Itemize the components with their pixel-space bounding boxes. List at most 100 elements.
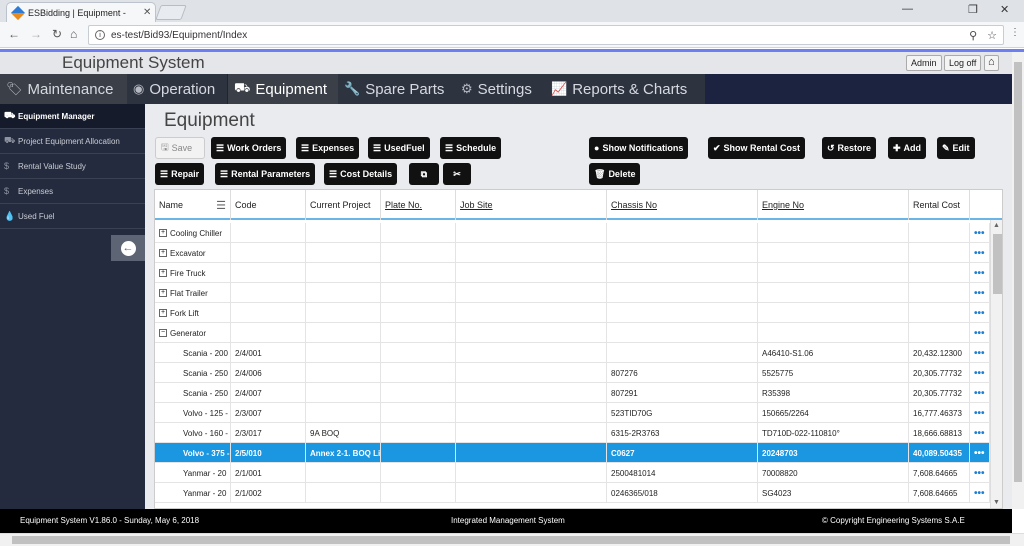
expand-icon[interactable]: + xyxy=(159,309,167,317)
rental-parameters-button[interactable]: ☰ Rental Parameters xyxy=(215,163,316,185)
copy-button[interactable]: ⧉ xyxy=(409,163,439,185)
table-row-selected[interactable]: Volvo - 375 -2/5/010 Annex 2-1. BOQ Li C06… xyxy=(155,443,990,463)
sidebar-item-rental-value-study[interactable]: $ Rental Value Study xyxy=(0,154,145,179)
edit-button[interactable]: ✎ Edit xyxy=(937,137,975,159)
sidebar-item-equipment-manager[interactable]: ⛟ Equipment Manager xyxy=(0,104,145,129)
group-row[interactable]: + Excavator ••• xyxy=(155,243,990,263)
browser-menu-icon[interactable]: ⋮ xyxy=(1010,27,1020,38)
column-header-rental-cost[interactable]: Rental Cost xyxy=(909,190,970,220)
url-field[interactable]: i es-test/Bid93/Equipment/Index ⚲ ☆ xyxy=(88,25,1004,45)
group-row[interactable]: + Fire Truck ••• xyxy=(155,263,990,283)
row-actions-icon[interactable]: ••• xyxy=(970,283,990,303)
cut-button[interactable]: ✂ xyxy=(443,163,471,185)
home-button[interactable]: ⌂ xyxy=(984,55,999,71)
save-button[interactable]: 🖫 Save xyxy=(155,137,205,159)
page-horizontal-scrollbar[interactable] xyxy=(0,533,1024,546)
scroll-thumb[interactable] xyxy=(993,234,1002,294)
code-cell: 2/4/006 xyxy=(231,363,306,383)
column-header-engine-no[interactable]: Engine No xyxy=(758,190,909,220)
menu-operation[interactable]: ◉ Operation xyxy=(127,74,227,104)
sidebar-item-used-fuel[interactable]: 💧 Used Fuel xyxy=(0,204,145,229)
scroll-up-icon[interactable]: ▲ xyxy=(993,222,1000,229)
browser-tab[interactable]: ESBidding | Equipment - ✕ xyxy=(6,2,156,22)
add-button[interactable]: ✚ Add xyxy=(888,137,927,159)
schedule-button[interactable]: ☰ Schedule xyxy=(440,137,502,159)
table-row[interactable]: Volvo - 160 -2/3/017 9A BOQ 6315-2R3763 TD7… xyxy=(155,423,990,443)
group-row[interactable]: + Flat Trailer ••• xyxy=(155,283,990,303)
row-actions-icon[interactable]: ••• xyxy=(970,363,990,383)
show-notifications-button[interactable]: ● Show Notifications xyxy=(589,137,689,159)
column-menu-icon[interactable]: ☰ xyxy=(216,199,226,212)
column-header-name[interactable]: Name ☰ xyxy=(155,190,231,220)
admin-button[interactable]: Admin xyxy=(906,55,942,71)
row-actions-icon[interactable]: ••• xyxy=(970,423,990,443)
row-actions-icon[interactable]: ••• xyxy=(970,403,990,423)
row-actions-icon[interactable]: ••• xyxy=(970,263,990,283)
show-rental-cost-button[interactable]: ✔ Show Rental Cost xyxy=(708,137,806,159)
table-row[interactable]: Scania - 250 2/4/007 807291 R35398 20,305.77… xyxy=(155,383,990,403)
expenses-button[interactable]: ☰ Expenses xyxy=(296,137,360,159)
used-fuel-button[interactable]: ☰ UsedFuel xyxy=(368,137,430,159)
expand-icon[interactable]: + xyxy=(159,269,167,277)
group-row[interactable]: + Fork Lift ••• xyxy=(155,303,990,323)
bookmark-star-icon[interactable]: ☆ xyxy=(987,29,997,42)
collapse-icon[interactable]: − xyxy=(159,329,167,337)
column-header-current-project[interactable]: Current Project xyxy=(306,190,381,220)
group-label: Flat Trailer xyxy=(170,288,208,298)
target-icon: ◉ xyxy=(133,81,145,96)
reload-icon[interactable]: ↻ xyxy=(52,27,62,41)
row-actions-icon[interactable]: ••• xyxy=(970,223,990,243)
menu-maintenance[interactable]: 🏷 Maintenance xyxy=(0,74,127,104)
table-row[interactable]: Scania - 250 2/4/006 807276 5525775 20,305.7… xyxy=(155,363,990,383)
group-row[interactable]: + Cooling Chiller ••• xyxy=(155,223,990,243)
table-row[interactable]: Volvo - 125 -2/3/007 523TID70G 150665/2264… xyxy=(155,403,990,423)
new-tab-button[interactable] xyxy=(155,5,187,20)
page-scroll-thumb[interactable] xyxy=(1014,62,1022,482)
work-orders-button[interactable]: ☰ Work Orders xyxy=(211,137,287,159)
row-actions-icon[interactable]: ••• xyxy=(970,383,990,403)
row-actions-icon[interactable]: ••• xyxy=(970,463,990,483)
row-actions-icon[interactable]: ••• xyxy=(970,443,990,463)
logoff-button[interactable]: Log off xyxy=(944,55,982,71)
group-row[interactable]: − Generator ••• xyxy=(155,323,990,343)
table-row[interactable]: Scania - 200 2/4/001 A46410-S1.06 20,432.12… xyxy=(155,343,990,363)
row-actions-icon[interactable]: ••• xyxy=(970,483,990,503)
home-icon[interactable]: ⌂ xyxy=(70,27,77,41)
expand-icon[interactable]: + xyxy=(159,249,167,257)
repair-button[interactable]: ☰ Repair xyxy=(155,163,205,185)
scroll-down-icon[interactable]: ▼ xyxy=(993,499,1000,506)
expand-icon[interactable]: + xyxy=(159,229,167,237)
h-scroll-thumb[interactable] xyxy=(12,536,1010,544)
column-header-plate-no[interactable]: Plate No. xyxy=(381,190,456,220)
column-header-chassis-no[interactable]: Chassis No xyxy=(607,190,758,220)
minimize-icon[interactable]: — xyxy=(902,3,913,15)
window-close-icon[interactable]: ✕ xyxy=(1000,3,1009,16)
menu-reports-charts[interactable]: 📈 Reports & Charts xyxy=(545,74,705,104)
table-row[interactable]: Yanmar - 20 2/1/002 0246365/018 SG4023 7,608… xyxy=(155,483,990,503)
column-header-job-site[interactable]: Job Site xyxy=(456,190,607,220)
grid-vertical-scrollbar[interactable]: ▲ ▼ xyxy=(990,220,1002,508)
menu-settings[interactable]: ⚙ Settings xyxy=(455,74,545,104)
row-actions-icon[interactable]: ••• xyxy=(970,303,990,323)
row-actions-icon[interactable]: ••• xyxy=(970,243,990,263)
table-row[interactable]: Yanmar - 20 2/1/001 2500481014 70008820 7,60… xyxy=(155,463,990,483)
menu-equipment[interactable]: ⛟ Equipment xyxy=(228,74,338,104)
restore-icon[interactable]: ❐ xyxy=(968,3,978,16)
sidebar-item-project-allocation[interactable]: ⛟ Project Equipment Allocation xyxy=(0,129,145,154)
row-actions-icon[interactable]: ••• xyxy=(970,323,990,343)
menu-spare-parts[interactable]: 🔧 Spare Parts xyxy=(338,74,455,104)
page-vertical-scrollbar[interactable] xyxy=(1012,52,1024,509)
cost-details-button[interactable]: ☰ Cost Details xyxy=(324,163,398,185)
forward-icon[interactable]: → xyxy=(30,27,42,41)
delete-button[interactable]: 🗑 Delete xyxy=(589,163,641,185)
sidebar-collapse-button[interactable]: ← xyxy=(111,235,145,261)
column-header-code[interactable]: Code xyxy=(231,190,306,220)
restore-button[interactable]: ↺ Restore xyxy=(822,137,877,159)
expand-icon[interactable]: + xyxy=(159,289,167,297)
tab-close-icon[interactable]: ✕ xyxy=(143,7,151,18)
sidebar-item-expenses[interactable]: $ Expenses xyxy=(0,179,145,204)
row-actions-icon[interactable]: ••• xyxy=(970,343,990,363)
zoom-icon[interactable]: ⚲ xyxy=(969,29,977,42)
info-icon[interactable]: i xyxy=(95,30,105,40)
back-icon[interactable]: ← xyxy=(8,27,20,41)
